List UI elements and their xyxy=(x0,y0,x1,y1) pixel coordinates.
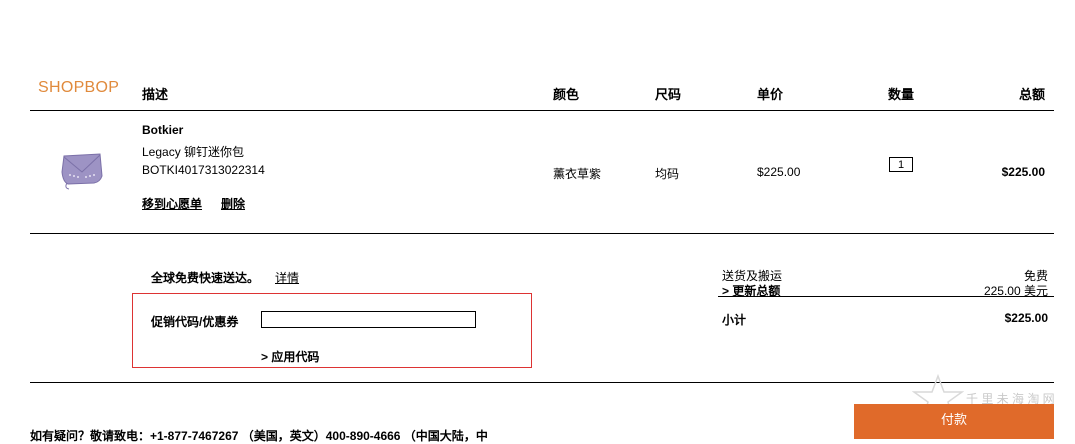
item-unit-price: $225.00 xyxy=(757,165,801,179)
move-to-wishlist-link[interactable]: 移到心愿单 xyxy=(142,195,202,212)
item-divider xyxy=(30,233,1054,234)
item-color: 薰衣草紫 xyxy=(553,167,602,181)
item-total: $225.00 xyxy=(1001,165,1045,179)
pay-button[interactable]: 付款 xyxy=(854,404,1054,439)
summary-divider xyxy=(718,296,1054,297)
shopbop-logo[interactable]: SHOPBOP xyxy=(38,79,119,97)
header-quantity: 数量 xyxy=(888,87,915,102)
promo-code-label: 促销代码/优惠券 xyxy=(151,315,239,329)
subtotal-label: 小计 xyxy=(722,313,747,327)
header-color: 颜色 xyxy=(553,87,580,102)
item-size: 均码 xyxy=(655,167,680,181)
header-size: 尺码 xyxy=(655,87,682,102)
shipping-details-link[interactable]: 详情 xyxy=(275,269,299,286)
product-name[interactable]: Legacy 铆钉迷你包 xyxy=(142,143,244,160)
product-brand[interactable]: Botkier xyxy=(142,123,183,137)
header-divider xyxy=(30,110,1054,111)
apply-code-link[interactable]: > 应用代码 xyxy=(261,348,319,365)
free-shipping-text: 全球免费快速送达。 xyxy=(151,271,260,285)
header-total: 总额 xyxy=(1018,87,1045,102)
summary-bottom-divider xyxy=(30,382,1054,383)
quantity-input[interactable]: 1 xyxy=(889,157,913,172)
promo-code-input[interactable] xyxy=(261,311,476,328)
delete-link[interactable]: 删除 xyxy=(221,195,245,212)
promo-code-box xyxy=(132,293,532,368)
help-contact-text: 如有疑问？敬请致电：+1-877-7467267 （美国，英文）400-890-… xyxy=(30,429,488,443)
header-unit-price: 单价 xyxy=(757,87,784,102)
header-description: 描述 xyxy=(142,87,169,102)
product-image[interactable] xyxy=(60,150,104,190)
product-sku: BOTKI4017313022314 xyxy=(142,163,265,177)
subtotal-value: $225.00 xyxy=(1004,311,1048,325)
